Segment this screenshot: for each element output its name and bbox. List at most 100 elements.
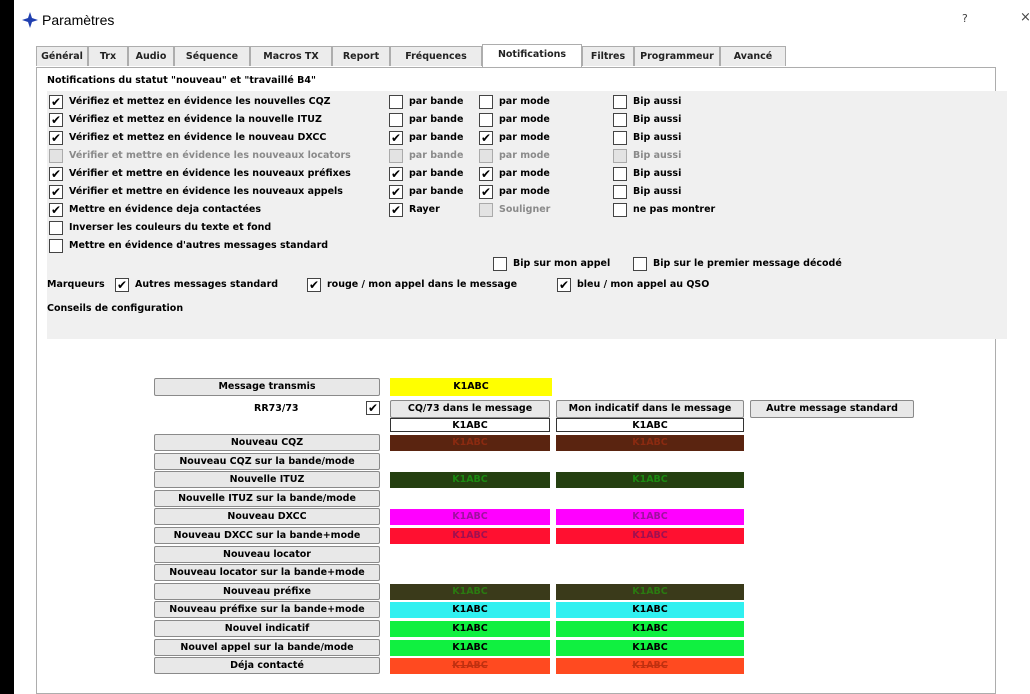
notify-row-3-label: Vérifier et mettre en évidence les nouve… [69, 150, 351, 161]
color-sample-cq-5: K1ABC [390, 528, 550, 544]
settings-window: Paramètres ? × Général Trx Audio Séquence Ma… [14, 0, 1030, 694]
beep-first-decoded-checkbox[interactable] [633, 257, 647, 271]
tx-message-sample: K1ABC [390, 378, 552, 396]
highlight-worked-checkbox[interactable]: ✔ [49, 203, 63, 217]
beep-1-checkbox[interactable] [613, 113, 627, 127]
color-row-button-12[interactable]: Déja contacté [154, 657, 380, 674]
per-mode-4-label: par mode [499, 168, 550, 179]
notify-row-2-checkbox[interactable]: ✔ [49, 131, 63, 145]
per-mode-5-checkbox[interactable]: ✔ [479, 185, 493, 199]
per-band-3-checkbox[interactable] [389, 149, 403, 163]
per-band-2-checkbox[interactable]: ✔ [389, 131, 403, 145]
per-band-4-checkbox[interactable]: ✔ [389, 167, 403, 181]
tab-avanc-[interactable]: Avancé [720, 46, 786, 66]
tab-macros-tx[interactable]: Macros TX [250, 46, 332, 66]
notify-row-0-label: Vérifiez et mettez en évidence les nouve… [69, 96, 331, 107]
beep-3-checkbox[interactable] [613, 149, 627, 163]
marker-0-label: Autres messages standard [135, 279, 279, 290]
color-row-button-3[interactable]: Nouvelle ITUZ sur la bande/mode [154, 490, 380, 507]
per-band-3-label: par bande [409, 150, 464, 161]
tab-fr-quences[interactable]: Fréquences [390, 46, 482, 66]
beep-2-checkbox[interactable] [613, 131, 627, 145]
color-row-button-7[interactable]: Nouveau locator sur la bande+mode [154, 564, 380, 581]
color-row-button-6[interactable]: Nouveau locator [154, 546, 380, 563]
marker-1-checkbox[interactable]: ✔ [307, 278, 321, 292]
color-row-button-11[interactable]: Nouvel appel sur la bande/mode [154, 639, 380, 656]
per-band-5-checkbox[interactable]: ✔ [389, 185, 403, 199]
notify-row-5-checkbox[interactable]: ✔ [49, 185, 63, 199]
color-row-button-1[interactable]: Nouveau CQZ sur la bande/mode [154, 453, 380, 470]
checkmark-icon: ✔ [50, 167, 62, 181]
beep-0-label: Bip aussi [633, 96, 682, 107]
per-band-5-label: par bande [409, 186, 464, 197]
underline-checkbox[interactable] [479, 203, 493, 217]
beep-my-call-label: Bip sur mon appel [513, 258, 611, 269]
color-sample-mycall-4: K1ABC [556, 509, 744, 525]
checkmark-icon: ✔ [480, 167, 492, 181]
help-button[interactable]: ? [962, 12, 968, 25]
beep-5-checkbox[interactable] [613, 185, 627, 199]
color-row-button-10[interactable]: Nouvel indicatif [154, 620, 380, 637]
other-standard-checkbox[interactable] [49, 239, 63, 253]
invert-colors-checkbox[interactable] [49, 221, 63, 235]
group-title: Notifications du statut "nouveau" et "tr… [47, 75, 316, 86]
strike-checkbox[interactable]: ✔ [389, 203, 403, 217]
rr73-checkbox[interactable]: ✔ [366, 401, 380, 415]
per-mode-3-checkbox[interactable] [479, 149, 493, 163]
title-bar: Paramètres ? × [14, 0, 1030, 40]
color-sample-cq-10: K1ABC [390, 621, 550, 637]
marker-0-checkbox[interactable]: ✔ [115, 278, 129, 292]
per-mode-2-label: par mode [499, 132, 550, 143]
close-button[interactable]: × [1020, 10, 1030, 25]
per-band-0-checkbox[interactable] [389, 95, 403, 109]
notify-row-1-label: Vérifiez et mettez en évidence la nouvel… [69, 114, 322, 125]
marker-2-label: bleu / mon appel au QSO [577, 279, 710, 290]
per-mode-1-checkbox[interactable] [479, 113, 493, 127]
notify-row-0-checkbox[interactable]: ✔ [49, 95, 63, 109]
tab-programmeur[interactable]: Programmeur [634, 46, 720, 66]
beep-0-checkbox[interactable] [613, 95, 627, 109]
tab-s-quence[interactable]: Séquence [174, 46, 250, 66]
per-band-1-checkbox[interactable] [389, 113, 403, 127]
beep-4-label: Bip aussi [633, 168, 682, 179]
per-mode-2-checkbox[interactable]: ✔ [479, 131, 493, 145]
tab-trx[interactable]: Trx [88, 46, 128, 66]
notify-row-4-label: Vérifier et mettre en évidence les nouve… [69, 168, 351, 179]
color-sample-cq-0: K1ABC [390, 435, 550, 451]
other-std-color-button[interactable]: Autre message standard [750, 400, 914, 418]
color-row-button-2[interactable]: Nouvelle ITUZ [154, 471, 380, 488]
tab-audio[interactable]: Audio [128, 46, 174, 66]
beep-my-call-checkbox[interactable] [493, 257, 507, 271]
tab-g-n-ral[interactable]: Général [36, 46, 88, 66]
checkmark-icon: ✔ [367, 401, 379, 415]
checkmark-icon: ✔ [390, 185, 402, 199]
color-row-button-9[interactable]: Nouveau préfixe sur la bande+mode [154, 601, 380, 618]
marker-2-checkbox[interactable]: ✔ [557, 278, 571, 292]
per-band-4-label: par bande [409, 168, 464, 179]
tab-report[interactable]: Report [332, 46, 390, 66]
color-row-button-0[interactable]: Nouveau CQZ [154, 434, 380, 451]
hide-checkbox[interactable] [613, 203, 627, 217]
cq73-color-button[interactable]: CQ/73 dans le message [390, 400, 550, 418]
tab-notifications[interactable]: Notifications [482, 44, 582, 68]
per-band-1-label: par bande [409, 114, 464, 125]
per-mode-4-checkbox[interactable]: ✔ [479, 167, 493, 181]
checkmark-icon: ✔ [50, 113, 62, 127]
per-mode-0-checkbox[interactable] [479, 95, 493, 109]
color-sample-mycall-9: K1ABC [556, 602, 744, 618]
notify-row-4-checkbox[interactable]: ✔ [49, 167, 63, 181]
tx-message-button[interactable]: Message transmis [154, 378, 380, 396]
notify-row-1-checkbox[interactable]: ✔ [49, 113, 63, 127]
invert-colors-label: Inverser les couleurs du texte et fond [69, 222, 272, 233]
per-mode-0-label: par mode [499, 96, 550, 107]
mycall-color-button[interactable]: Mon indicatif dans le message [556, 400, 744, 418]
notify-row-3-checkbox[interactable] [49, 149, 63, 163]
tab-filtres[interactable]: Filtres [582, 46, 634, 66]
color-row-button-4[interactable]: Nouveau DXCC [154, 508, 380, 525]
color-row-button-5[interactable]: Nouveau DXCC sur la bande+mode [154, 527, 380, 544]
beep-4-checkbox[interactable] [613, 167, 627, 181]
color-row-button-8[interactable]: Nouveau préfixe [154, 583, 380, 600]
cq73-sample: K1ABC [390, 418, 550, 432]
checkmark-icon: ✔ [50, 131, 62, 145]
checkmark-icon: ✔ [390, 203, 402, 217]
